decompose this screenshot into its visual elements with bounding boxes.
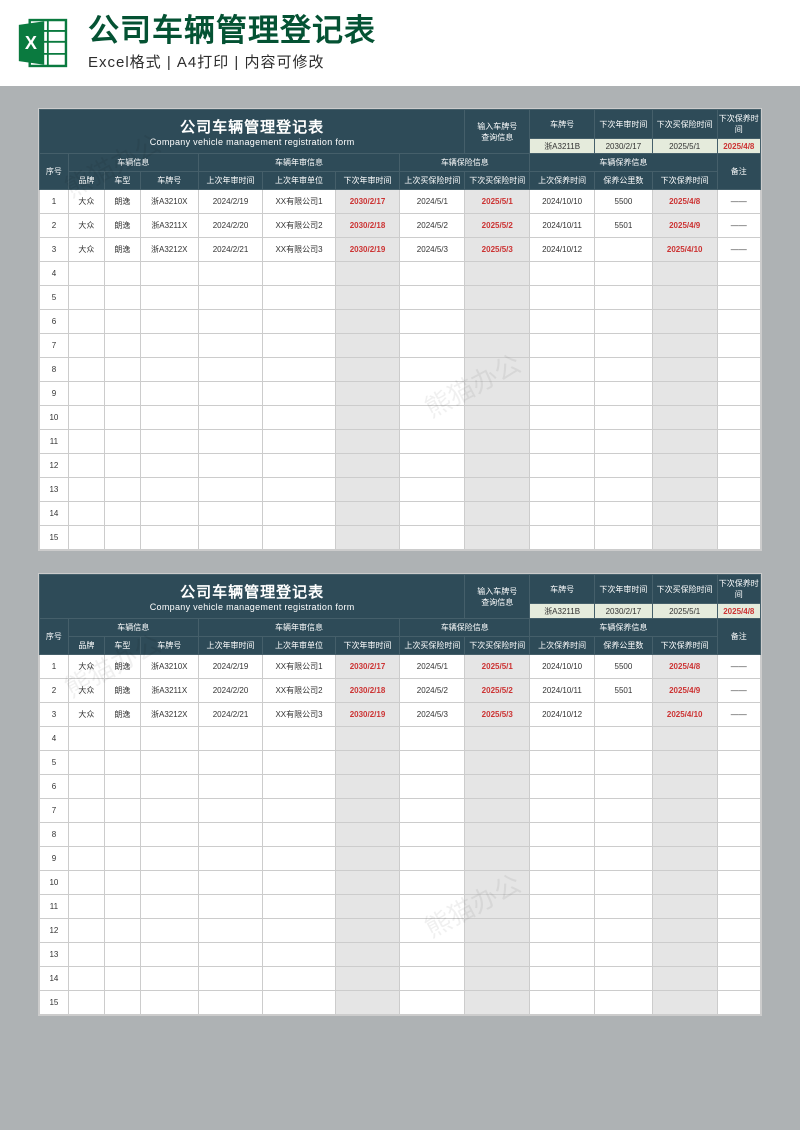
column-header: 下次买保险时间 (465, 637, 530, 655)
banner-title: 公司车辆管理登记表 (88, 14, 780, 48)
group-header: 车辆保险信息 (400, 619, 530, 637)
column-header: 保养公里数 (595, 172, 653, 190)
column-header: 车型 (104, 637, 140, 655)
sheet-title-cn: 公司车辆管理登记表 (42, 581, 462, 602)
lookup-head: 下次买保险时间 (652, 110, 717, 139)
column-header: 上次保养时间 (530, 637, 595, 655)
table-row: 2大众朗逸浙A3211X2024/2/20XX有限公司22030/2/18202… (40, 679, 761, 703)
table-row: 3大众朗逸浙A3212X2024/2/21XX有限公司32030/2/19202… (40, 238, 761, 262)
column-header: 品牌 (68, 172, 104, 190)
table-row: 14 (40, 502, 761, 526)
table-row: 4 (40, 262, 761, 286)
lookup-value: 浙A3211B (530, 139, 595, 154)
table-row: 1大众朗逸浙A3210X2024/2/19XX有限公司12030/2/17202… (40, 655, 761, 679)
table-row: 12 (40, 919, 761, 943)
sheet-area: 熊猫办公 熊猫办公 熊猫办公 熊猫办公 公司车辆管理登记表Company veh… (0, 86, 800, 1060)
column-header: 上次年审时间 (198, 637, 263, 655)
lookup-head: 下次保养时间 (717, 575, 760, 604)
group-header: 车辆信息 (68, 154, 198, 172)
table-row: 9 (40, 847, 761, 871)
lookup-value: 浙A3211B (530, 604, 595, 619)
table-row: 14 (40, 967, 761, 991)
svg-text:X: X (25, 33, 37, 53)
column-header: 品牌 (68, 637, 104, 655)
table-row: 1大众朗逸浙A3210X2024/2/19XX有限公司12030/2/17202… (40, 190, 761, 214)
sheet-title-en: Company vehicle management registration … (42, 602, 462, 616)
column-header: 上次年审单位 (263, 172, 335, 190)
table-row: 11 (40, 895, 761, 919)
column-header: 车牌号 (140, 172, 198, 190)
column-header: 车型 (104, 172, 140, 190)
table-row: 6 (40, 775, 761, 799)
table-row: 5 (40, 286, 761, 310)
lookup-value: 2030/2/17 (595, 139, 653, 154)
lookup-head: 下次买保险时间 (652, 575, 717, 604)
group-header: 车辆保险信息 (400, 154, 530, 172)
lookup-head: 车牌号 (530, 575, 595, 604)
column-header: 上次年审时间 (198, 172, 263, 190)
column-header: 下次年审时间 (335, 637, 400, 655)
lookup-value: 2030/2/17 (595, 604, 653, 619)
table-row: 3大众朗逸浙A3212X2024/2/21XX有限公司32030/2/19202… (40, 703, 761, 727)
column-header: 上次买保险时间 (400, 637, 465, 655)
top-banner: X 公司车辆管理登记表 Excel格式 | A4打印 | 内容可修改 (0, 0, 800, 86)
table-row: 2大众朗逸浙A3211X2024/2/20XX有限公司22030/2/18202… (40, 214, 761, 238)
sheet-title-en: Company vehicle management registration … (42, 137, 462, 151)
column-header: 下次买保险时间 (465, 172, 530, 190)
lookup-head: 下次年审时间 (595, 110, 653, 139)
table-row: 7 (40, 799, 761, 823)
column-header: 上次年审单位 (263, 637, 335, 655)
spreadsheet-preview-1: 公司车辆管理登记表Company vehicle management regi… (38, 108, 762, 551)
column-header: 下次保养时间 (652, 637, 717, 655)
col-index: 序号 (40, 619, 69, 655)
table-row: 7 (40, 334, 761, 358)
column-header: 下次保养时间 (652, 172, 717, 190)
group-header: 车辆保养信息 (530, 154, 717, 172)
table-row: 8 (40, 823, 761, 847)
table-row: 4 (40, 727, 761, 751)
lookup-head: 下次年审时间 (595, 575, 653, 604)
table-row: 6 (40, 310, 761, 334)
col-remark: 备注 (717, 154, 760, 190)
table-row: 12 (40, 454, 761, 478)
lookup-value: 2025/4/8 (717, 604, 760, 619)
excel-icon: X (14, 14, 72, 72)
spreadsheet-preview-2: 公司车辆管理登记表Company vehicle management regi… (38, 573, 762, 1016)
lookup-value: 2025/5/1 (652, 139, 717, 154)
table-row: 13 (40, 478, 761, 502)
group-header: 车辆信息 (68, 619, 198, 637)
table-row: 8 (40, 358, 761, 382)
table-row: 10 (40, 406, 761, 430)
group-header: 车辆保养信息 (530, 619, 717, 637)
table-row: 10 (40, 871, 761, 895)
table-row: 15 (40, 526, 761, 550)
table-row: 13 (40, 943, 761, 967)
lookup-prompt: 输入车牌号查询信息 (465, 575, 530, 619)
lookup-value: 2025/5/1 (652, 604, 717, 619)
table-row: 9 (40, 382, 761, 406)
lookup-prompt: 输入车牌号查询信息 (465, 110, 530, 154)
table-row: 5 (40, 751, 761, 775)
column-header: 保养公里数 (595, 637, 653, 655)
lookup-head: 下次保养时间 (717, 110, 760, 139)
lookup-head: 车牌号 (530, 110, 595, 139)
column-header: 上次买保险时间 (400, 172, 465, 190)
group-header: 车辆年审信息 (198, 154, 400, 172)
banner-subtitle: Excel格式 | A4打印 | 内容可修改 (88, 51, 780, 72)
col-remark: 备注 (717, 619, 760, 655)
column-header: 下次年审时间 (335, 172, 400, 190)
lookup-value: 2025/4/8 (717, 139, 760, 154)
column-header: 车牌号 (140, 637, 198, 655)
table-row: 11 (40, 430, 761, 454)
col-index: 序号 (40, 154, 69, 190)
column-header: 上次保养时间 (530, 172, 595, 190)
table-row: 15 (40, 991, 761, 1015)
sheet-title-cn: 公司车辆管理登记表 (42, 116, 462, 137)
group-header: 车辆年审信息 (198, 619, 400, 637)
